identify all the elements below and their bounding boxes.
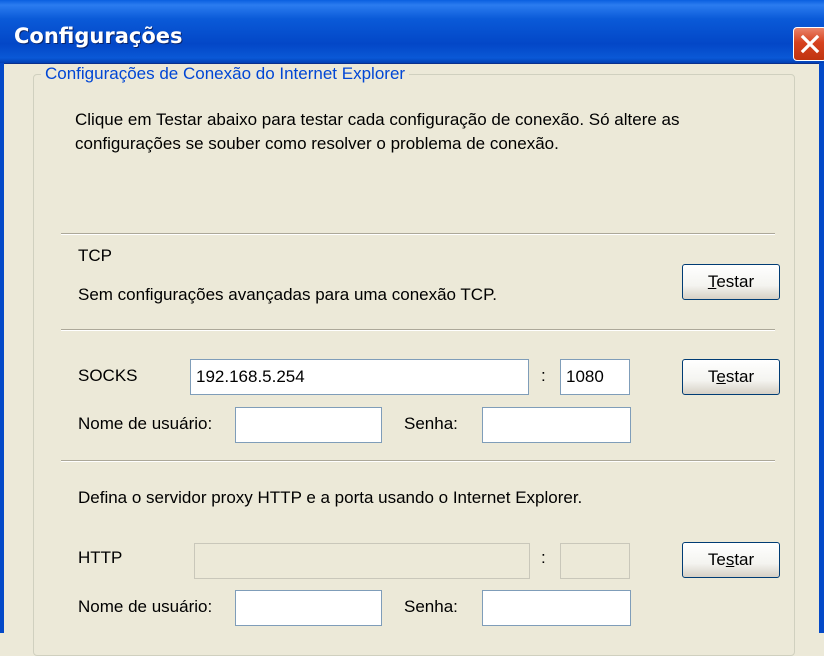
http-test-button[interactable]: Testar [682,542,780,578]
window-title: Configurações [14,24,183,48]
http-username-input[interactable] [235,590,382,626]
http-password-input[interactable] [482,590,631,626]
button-text: star [725,367,755,386]
divider [61,460,775,462]
button-text: estar [716,272,755,291]
http-username-label: Nome de usuário: [78,597,213,616]
socks-password-input[interactable] [482,407,631,443]
socks-username-input[interactable] [235,407,382,443]
window-frame-right [819,63,824,633]
http-port-input [560,543,630,579]
socks-username-label: Nome de usuário: [78,414,213,433]
intro-text-line-2: configurações se souber como resolver o … [75,134,559,153]
tcp-label: TCP [78,246,112,265]
http-host-input [194,543,530,579]
http-note: Defina o servidor proxy HTTP e a porta u… [78,488,583,507]
tcp-test-button[interactable]: Testar [682,264,780,300]
divider [61,233,775,235]
intro-text-line-1: Clique em Testar abaixo para testar cada… [75,110,680,129]
http-port-separator: : [541,548,546,567]
http-label: HTTP [78,548,123,567]
title-bar[interactable]: Configurações [0,0,824,64]
socks-port-separator: : [541,366,546,385]
socks-host-input[interactable] [190,359,529,395]
socks-port-input[interactable] [560,359,630,395]
button-mnemonic: e [716,367,726,386]
button-text: tar [734,550,755,569]
close-button[interactable] [793,27,824,61]
window-frame-left [0,63,4,633]
socks-password-label: Senha: [404,414,458,433]
divider [61,329,775,331]
group-legend: Configurações de Conexão do Internet Exp… [41,64,410,84]
socks-test-button[interactable]: Testar [682,359,780,395]
close-icon [800,34,820,54]
button-text: Te [707,550,726,569]
tcp-description: Sem configurações avançadas para uma con… [78,285,497,304]
socks-label: SOCKS [78,366,138,385]
http-password-label: Senha: [404,597,458,616]
